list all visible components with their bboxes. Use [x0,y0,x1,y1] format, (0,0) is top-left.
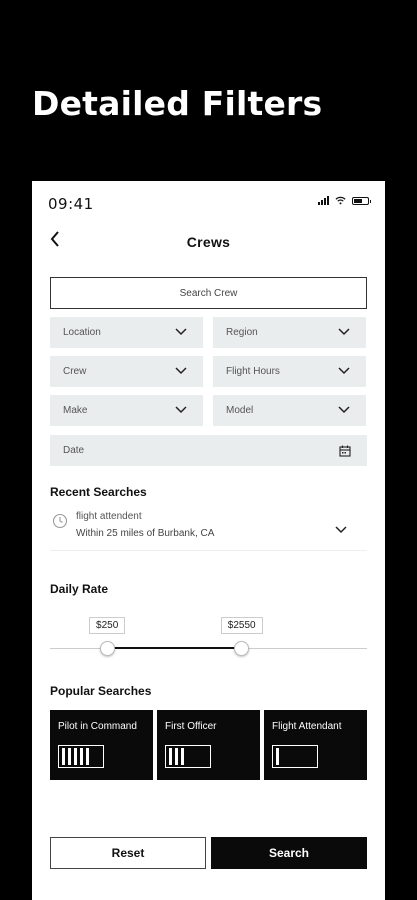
max-rate-label: $2550 [220,617,263,634]
popular-search-card[interactable]: Flight Attendant [264,710,367,780]
bar-mark [86,748,89,765]
model-select[interactable]: Model [213,395,366,426]
recent-search-item[interactable]: flight attendent Within 25 miles of Burb… [50,507,367,551]
popular-search-label: Flight Attendant [272,721,342,732]
bar-mark [68,748,71,765]
barcode-icon [58,745,104,768]
chevron-down-icon [338,406,350,414]
recent-searches-title: Recent Searches [50,485,147,499]
chevron-down-icon [175,328,187,336]
search-crew-button[interactable]: Search Crew [50,277,367,309]
barcode-icon [165,745,211,768]
flight-hours-select-label: Flight Hours [226,366,280,377]
min-rate-handle[interactable] [99,641,115,656]
nav-bar: Crews [32,225,385,255]
reset-button[interactable]: Reset [50,837,206,869]
status-icons [318,196,371,205]
bar-mark [181,748,184,765]
bar-mark [276,748,279,765]
status-time: 09:41 [48,195,94,213]
page-headline: Detailed Filters [32,84,323,123]
date-field-label: Date [63,445,85,456]
location-select[interactable]: Location [50,317,203,348]
bar-mark [169,748,172,765]
flight-hours-select[interactable]: Flight Hours [213,356,366,387]
daily-rate-slider[interactable]: $250 $2550 [50,617,367,657]
calendar-icon[interactable] [339,445,351,457]
crew-select[interactable]: Crew [50,356,203,387]
bar-mark [62,748,65,765]
make-select-label: Make [63,405,88,416]
popular-searches-list: Pilot in Command First Officer Flight At… [50,710,367,780]
wifi-icon [335,196,346,205]
bar-mark [74,748,77,765]
bar-mark [175,748,178,765]
chevron-down-icon [338,328,350,336]
region-select[interactable]: Region [213,317,366,348]
chevron-down-icon [338,367,350,375]
location-select-label: Location [63,327,101,338]
date-field[interactable]: Date [50,435,367,466]
popular-search-card[interactable]: First Officer [157,710,260,780]
daily-rate-title: Daily Rate [50,582,109,596]
crew-select-label: Crew [63,366,87,377]
recent-search-subtitle: Within 25 miles of Burbank, CA [76,528,215,539]
popular-search-label: Pilot in Command [58,721,137,732]
popular-search-card[interactable]: Pilot in Command [50,710,153,780]
battery-icon [352,196,371,205]
nav-title: Crews [186,234,231,250]
model-select-label: Model [226,405,254,416]
status-bar: 09:41 [32,181,385,219]
popular-search-label: First Officer [165,721,217,732]
clock-icon [52,513,68,529]
max-rate-handle[interactable] [234,641,250,656]
chevron-down-icon [175,367,187,375]
signal-icon [318,196,329,205]
popular-searches-title: Popular Searches [50,684,152,698]
search-button[interactable]: Search [211,837,367,869]
make-select[interactable]: Make [50,395,203,426]
bar-mark [80,748,83,765]
chevron-down-icon [175,406,187,414]
recent-search-title: flight attendent [76,511,142,522]
region-select-label: Region [226,327,258,338]
min-rate-label: $250 [89,617,126,634]
barcode-icon [272,745,318,768]
phone-screen: 09:41 Crews Search Crew Location Region … [32,181,385,900]
chevron-down-icon[interactable] [335,526,347,534]
slider-range-fill [107,647,242,649]
